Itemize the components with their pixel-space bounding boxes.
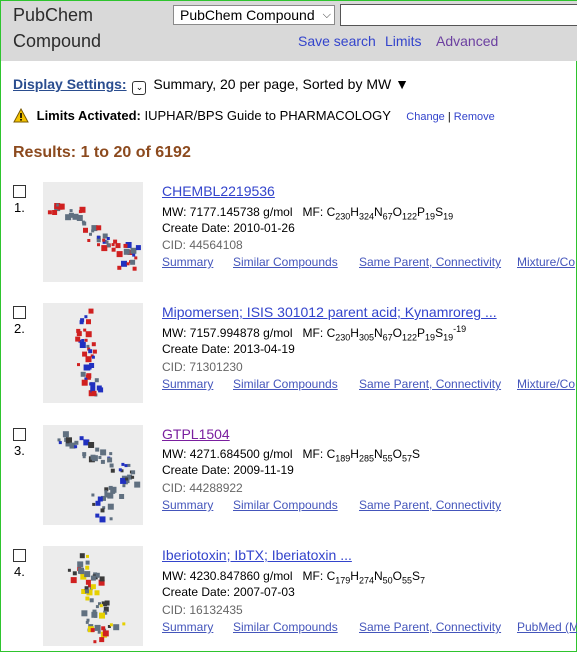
limits-separator: | — [447, 111, 451, 123]
select-checkbox[interactable] — [13, 185, 26, 198]
change-limits-link[interactable]: Change — [406, 111, 445, 123]
result-number: 3. — [14, 443, 25, 458]
similar-compounds-link[interactable]: Similar Compounds — [233, 497, 338, 513]
display-settings-link[interactable]: Display Settings: — [13, 76, 127, 92]
molecular-formula: C230H305N67O122P19S19-19 — [326, 324, 467, 343]
cid: CID: 71301230 — [162, 360, 243, 374]
pubmed-link[interactable]: PubMed (M — [517, 619, 577, 635]
advanced-link[interactable]: Advanced — [436, 32, 498, 50]
results-count: Results: 1 to 20 of 6192 — [13, 144, 191, 161]
limits-activated-row: Limits Activated: IUPHAR/BPS Guide to PH… — [13, 107, 495, 126]
structure-thumbnail[interactable] — [43, 303, 143, 403]
select-checkbox[interactable] — [13, 549, 26, 562]
mf-label: MF: — [302, 569, 324, 583]
display-settings-row: Display Settings: ⌄ Summary, 20 per page… — [13, 75, 409, 95]
mf-label: MF: — [302, 205, 324, 219]
molecular-weight: MW: 7157.994878 g/mol — [162, 326, 293, 340]
cid: CID: 44564108 — [162, 238, 243, 252]
chevron-down-icon: ⌵ — [322, 9, 331, 21]
molecular-weight: MW: 4230.847860 g/mol — [162, 569, 293, 583]
structure-thumbnail[interactable] — [43, 425, 143, 525]
molecular-weight: MW: 7177.145738 g/mol — [162, 205, 293, 219]
cid: CID: 16132435 — [162, 603, 243, 617]
molecular-formula: C179H274N50O55S7 — [326, 569, 426, 586]
limits-label: Limits Activated: — [36, 108, 141, 123]
result-number: 2. — [14, 321, 25, 336]
molecular-formula: C230H324N67O122P19S19 — [326, 205, 454, 222]
summary-link[interactable]: Summary — [162, 376, 213, 392]
brand-line2: Compound — [13, 31, 102, 51]
molecular-weight: MW: 4271.684500 g/mol — [162, 447, 293, 461]
result-item: 1. CHEMBL2219536 MW: 7177.145738 g/mol M… — [1, 182, 577, 294]
similar-compounds-link[interactable]: Similar Compounds — [233, 376, 338, 392]
summary-link[interactable]: Summary — [162, 497, 213, 513]
mw-mf-line: MW: 4230.847860 g/mol MF: C179H274N50O55… — [162, 568, 426, 586]
create-date: Create Date: 2007-07-03 — [162, 585, 295, 599]
result-item: 4. Iberiotoxin; IbTX; Iberiatoxin ... MW… — [1, 546, 577, 658]
create-date: Create Date: 2009-11-19 — [162, 463, 294, 477]
molecular-formula: C189H285N55O57S — [326, 447, 421, 464]
similar-compounds-link[interactable]: Similar Compounds — [233, 254, 338, 270]
same-parent-connectivity-link[interactable]: Same Parent, Connectivity — [359, 619, 501, 635]
result-item: 2. Mipomersen; ISIS 301012 parent acid; … — [1, 303, 577, 415]
same-parent-connectivity-link[interactable]: Same Parent, Connectivity — [359, 254, 501, 270]
mw-mf-line: MW: 7177.145738 g/mol MF: C230H324N67O12… — [162, 204, 454, 222]
select-checkbox[interactable] — [13, 428, 26, 441]
result-title-link[interactable]: Mipomersen; ISIS 301012 parent acid; Kyn… — [162, 303, 497, 321]
summary-link[interactable]: Summary — [162, 619, 213, 635]
select-checkbox[interactable] — [13, 306, 26, 319]
mw-mf-line: MW: 4271.684500 g/mol MF: C189H285N55O57… — [162, 446, 421, 464]
same-parent-connectivity-link[interactable]: Same Parent, Connectivity — [359, 497, 501, 513]
mf-label: MF: — [302, 447, 324, 461]
chevron-down-icon[interactable]: ⌄ — [132, 81, 147, 95]
header-bar: PubChem Compound PubChem Compound ⌵ Save… — [1, 1, 577, 61]
result-title-link[interactable]: GTPL1504 — [162, 425, 230, 443]
mixture-link[interactable]: Mixture/Co — [517, 254, 575, 270]
pubchem-compound-logo[interactable]: PubChem Compound — [13, 2, 101, 54]
save-search-link[interactable]: Save search — [298, 32, 376, 50]
result-title-link[interactable]: Iberiotoxin; IbTX; Iberiatoxin ... — [162, 546, 352, 564]
search-input[interactable] — [340, 4, 577, 26]
cid: CID: 44288922 — [162, 481, 243, 495]
same-parent-connectivity-link[interactable]: Same Parent, Connectivity — [359, 376, 501, 392]
limits-value: IUPHAR/BPS Guide to PHARMACOLOGY — [144, 108, 391, 123]
create-date: Create Date: 2013-04-19 — [162, 342, 295, 356]
summary-link[interactable]: Summary — [162, 254, 213, 270]
remove-limits-link[interactable]: Remove — [454, 111, 495, 123]
structure-thumbnail[interactable] — [43, 182, 143, 282]
result-number: 1. — [14, 200, 25, 215]
structure-thumbnail[interactable] — [43, 546, 143, 646]
mw-mf-line: MW: 7157.994878 g/mol MF: C230H305N67O12… — [162, 324, 467, 343]
display-settings-value: Summary, 20 per page, Sorted by MW ▼ — [153, 76, 409, 92]
database-select[interactable]: PubChem Compound ⌵ — [173, 5, 335, 25]
result-number: 4. — [14, 564, 25, 579]
result-item: 3. GTPL1504 MW: 4271.684500 g/mol MF: C1… — [1, 425, 577, 537]
warning-icon — [13, 108, 29, 123]
mixture-link[interactable]: Mixture/Co — [517, 376, 575, 392]
limits-link[interactable]: Limits — [385, 32, 422, 50]
mf-label: MF: — [302, 326, 324, 340]
brand-line1: PubChem — [13, 5, 94, 25]
create-date: Create Date: 2010-01-26 — [162, 221, 295, 235]
database-select-value: PubChem Compound — [180, 7, 315, 23]
result-title-link[interactable]: CHEMBL2219536 — [162, 182, 275, 200]
similar-compounds-link[interactable]: Similar Compounds — [233, 619, 338, 635]
